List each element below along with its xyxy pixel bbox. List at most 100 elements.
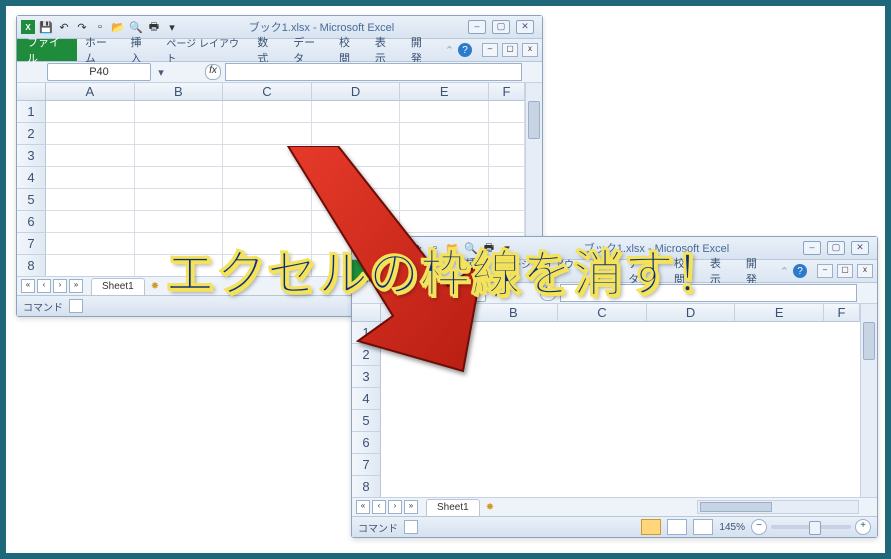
cell[interactable] <box>381 454 470 476</box>
horizontal-scrollbar[interactable] <box>697 500 859 514</box>
next-sheet-icon[interactable]: › <box>388 500 402 514</box>
row-header[interactable]: 5 <box>17 189 46 211</box>
cell[interactable] <box>381 410 470 432</box>
pagebreak-view-button[interactable] <box>693 519 713 535</box>
cell[interactable] <box>558 476 647 497</box>
formula-bar[interactable] <box>225 63 522 81</box>
zoom-out-button[interactable]: − <box>751 519 767 535</box>
cell[interactable] <box>824 388 860 410</box>
cell[interactable] <box>489 101 525 123</box>
cell[interactable] <box>647 476 736 497</box>
cell[interactable] <box>735 322 824 344</box>
cell[interactable] <box>647 454 736 476</box>
col-header[interactable]: E <box>735 304 824 322</box>
ribbon-tab-view[interactable]: 表示 <box>367 39 403 61</box>
row-header[interactable]: 8 <box>352 476 381 497</box>
undo-icon[interactable]: ↶ <box>57 20 71 34</box>
row-header[interactable]: 7 <box>352 454 381 476</box>
cell[interactable] <box>135 211 224 233</box>
namebox-dropdown-icon[interactable]: ▾ <box>155 66 167 79</box>
cell[interactable] <box>647 344 736 366</box>
redo-icon[interactable]: ↷ <box>75 20 89 34</box>
print-icon[interactable]: 🖶 <box>147 20 161 34</box>
cell[interactable] <box>223 123 312 145</box>
ribbon-tab-review[interactable]: 校閲 <box>331 39 367 61</box>
row-header[interactable]: 4 <box>17 167 46 189</box>
col-header[interactable]: C <box>558 304 647 322</box>
last-sheet-icon[interactable]: » <box>404 500 418 514</box>
fx-icon[interactable]: fx <box>205 64 221 80</box>
col-header[interactable]: A <box>46 83 135 101</box>
col-header[interactable]: D <box>312 83 401 101</box>
cell[interactable] <box>46 189 135 211</box>
zoom-slider[interactable] <box>771 525 851 529</box>
col-header[interactable]: F <box>824 304 860 322</box>
cell[interactable] <box>558 344 647 366</box>
print-preview-icon[interactable]: 🔍 <box>129 20 143 34</box>
cell[interactable] <box>558 410 647 432</box>
cell[interactable] <box>381 476 470 497</box>
qat-more-icon[interactable]: ▾ <box>165 20 179 34</box>
cell[interactable] <box>824 366 860 388</box>
row-header[interactable]: 1 <box>17 101 46 123</box>
cell[interactable] <box>647 322 736 344</box>
cell[interactable] <box>470 454 559 476</box>
cell[interactable] <box>135 145 224 167</box>
row-header[interactable]: 6 <box>17 211 46 233</box>
col-header[interactable]: F <box>489 83 525 101</box>
cell[interactable] <box>558 432 647 454</box>
new-sheet-icon[interactable]: ✸ <box>486 502 494 513</box>
cell[interactable] <box>824 410 860 432</box>
col-header[interactable]: B <box>135 83 224 101</box>
cell[interactable] <box>735 410 824 432</box>
cell[interactable] <box>647 410 736 432</box>
zoom-in-button[interactable]: + <box>855 519 871 535</box>
col-header[interactable]: D <box>647 304 736 322</box>
select-all-corner[interactable] <box>17 83 46 101</box>
cell[interactable] <box>647 366 736 388</box>
macro-record-icon[interactable] <box>404 520 418 534</box>
cell[interactable] <box>46 211 135 233</box>
maximize-button[interactable]: ▢ <box>492 20 510 34</box>
row-header[interactable]: 6 <box>352 432 381 454</box>
ribbon-tab-data[interactable]: データ <box>285 39 331 61</box>
cell[interactable] <box>135 167 224 189</box>
workbook-minimize-button[interactable]: – <box>482 43 498 57</box>
name-box[interactable]: P40 <box>47 63 151 81</box>
sheet-tab[interactable]: Sheet1 <box>426 499 480 516</box>
ribbon-tab-home[interactable]: ホーム <box>77 39 123 61</box>
cell[interactable] <box>46 101 135 123</box>
pagelayout-view-button[interactable] <box>667 519 687 535</box>
first-sheet-icon[interactable]: « <box>356 500 370 514</box>
open-icon[interactable]: 📂 <box>111 20 125 34</box>
cell[interactable] <box>135 101 224 123</box>
prev-sheet-icon[interactable]: ‹ <box>372 500 386 514</box>
cell[interactable] <box>135 123 224 145</box>
cell[interactable] <box>470 476 559 497</box>
cell[interactable] <box>381 388 470 410</box>
cell[interactable] <box>46 167 135 189</box>
vertical-scrollbar[interactable] <box>860 304 877 497</box>
cell[interactable] <box>312 123 401 145</box>
cell[interactable] <box>558 388 647 410</box>
cell[interactable] <box>470 388 559 410</box>
cell[interactable] <box>46 123 135 145</box>
row-header[interactable]: 2 <box>17 123 46 145</box>
cell[interactable] <box>647 388 736 410</box>
new-icon[interactable]: ▫ <box>93 20 107 34</box>
save-icon[interactable]: 💾 <box>39 20 53 34</box>
cell[interactable] <box>135 189 224 211</box>
cell[interactable] <box>735 432 824 454</box>
cell[interactable] <box>46 145 135 167</box>
cell[interactable] <box>824 476 860 497</box>
cell[interactable] <box>489 123 525 145</box>
ribbon-tab-formulas[interactable]: 数式 <box>249 39 285 61</box>
cell[interactable] <box>735 476 824 497</box>
cell[interactable] <box>381 432 470 454</box>
cell[interactable] <box>824 432 860 454</box>
col-header[interactable]: E <box>400 83 489 101</box>
cell[interactable] <box>824 322 860 344</box>
cell[interactable] <box>470 432 559 454</box>
cell[interactable] <box>735 344 824 366</box>
cell[interactable] <box>824 344 860 366</box>
